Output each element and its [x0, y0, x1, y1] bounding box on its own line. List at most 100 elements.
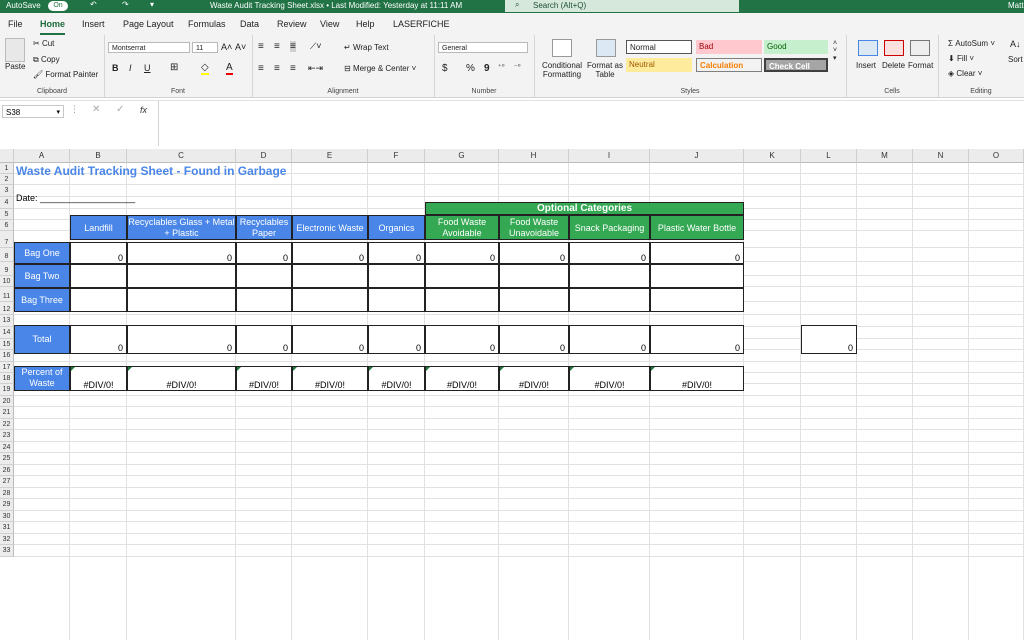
bag-one-cell[interactable]: 0 — [236, 242, 292, 264]
row-header[interactable]: 27 — [0, 476, 14, 488]
percent-cell[interactable]: #DIV/0! — [292, 366, 368, 391]
style-bad[interactable]: Bad — [696, 40, 762, 54]
column-header[interactable]: B — [70, 149, 127, 163]
bag-three-cell[interactable] — [292, 288, 368, 312]
percent-button[interactable]: % — [466, 63, 475, 74]
tab-formulas[interactable]: Formulas — [188, 19, 226, 29]
row-label-bag-two[interactable]: Bag Two — [14, 264, 70, 288]
row-label-bag-one[interactable]: Bag One — [14, 242, 70, 264]
borders-icon[interactable]: ⊞ — [170, 62, 178, 73]
total-cell[interactable]: 0 — [425, 325, 499, 354]
format-painter-button[interactable]: 🖌 Format Painter — [33, 70, 98, 79]
category-header[interactable]: Organics — [368, 215, 425, 240]
total-cell[interactable]: 0 — [292, 325, 368, 354]
percent-cell[interactable]: #DIV/0! — [236, 366, 292, 391]
increase-font-icon[interactable]: A˄ — [221, 42, 232, 52]
row-header[interactable]: 30 — [0, 511, 14, 522]
row-header[interactable]: 20 — [0, 396, 14, 407]
indent-icon[interactable]: ⇤⇥ — [308, 63, 323, 74]
percent-cell[interactable]: #DIV/0! — [127, 366, 236, 391]
bag-one-cell[interactable]: 0 — [368, 242, 425, 264]
bag-three-cell[interactable] — [569, 288, 650, 312]
row-header[interactable]: 25 — [0, 453, 14, 465]
name-box[interactable]: S38 ▾ — [2, 105, 64, 118]
row-header[interactable]: 17 — [0, 362, 14, 373]
total-cell[interactable]: 0 — [368, 325, 425, 354]
category-header[interactable]: Recyclables Paper — [236, 215, 292, 240]
row-header[interactable]: 26 — [0, 465, 14, 476]
row-header[interactable]: 8 — [0, 248, 14, 262]
column-header[interactable]: N — [913, 149, 969, 163]
column-header[interactable]: H — [499, 149, 569, 163]
paste-icon[interactable] — [5, 38, 25, 62]
percent-cell[interactable]: #DIV/0! — [368, 366, 425, 391]
bag-three-cell[interactable] — [236, 288, 292, 312]
decrease-decimal-icon[interactable]: ⁻⁰ — [514, 63, 521, 71]
bag-two-cell[interactable] — [425, 264, 499, 288]
bag-one-cell[interactable]: 0 — [292, 242, 368, 264]
bag-three-cell[interactable] — [368, 288, 425, 312]
category-header[interactable]: Recyclables Glass + Metal + Plastic — [127, 215, 236, 240]
row-header[interactable]: 2 — [0, 174, 14, 185]
row-header[interactable]: 18 — [0, 373, 14, 384]
row-label-bag-three[interactable]: Bag Three — [14, 288, 70, 312]
category-header[interactable]: Food Waste Unavoidable — [499, 215, 569, 240]
row-header[interactable]: 33 — [0, 545, 14, 557]
user-name[interactable]: Matt — [1008, 1, 1024, 10]
column-header[interactable]: K — [744, 149, 801, 163]
grand-total-cell[interactable]: 0 — [801, 325, 857, 354]
tab-page-layout[interactable]: Page Layout — [123, 19, 174, 29]
row-header[interactable]: 9 — [0, 262, 14, 276]
bag-two-cell[interactable] — [236, 264, 292, 288]
sort-filter-icon[interactable]: A↓ — [1010, 39, 1021, 49]
bag-two-cell[interactable] — [650, 264, 744, 288]
autosum-button[interactable]: Σ AutoSum ˅ — [948, 39, 995, 48]
bag-one-cell[interactable]: 0 — [70, 242, 127, 264]
insert-function-icon[interactable]: fx — [140, 105, 147, 115]
align-middle-icon[interactable]: ≡ — [274, 41, 280, 52]
increase-decimal-icon[interactable]: ⁺⁰ — [498, 63, 505, 71]
align-right-icon[interactable]: ≡ — [290, 63, 296, 74]
column-header[interactable]: L — [801, 149, 857, 163]
column-header[interactable]: F — [368, 149, 425, 163]
align-center-icon[interactable]: ≡ — [274, 63, 280, 74]
enter-icon[interactable]: ✓ — [116, 104, 124, 115]
row-header[interactable]: 21 — [0, 407, 14, 419]
row-header[interactable]: 10 — [0, 276, 14, 287]
bag-two-cell[interactable] — [70, 264, 127, 288]
bag-two-cell[interactable] — [569, 264, 650, 288]
percent-cell[interactable]: #DIV/0! — [569, 366, 650, 391]
category-header[interactable]: Food Waste Avoidable — [425, 215, 499, 240]
bag-three-cell[interactable] — [425, 288, 499, 312]
insert-button[interactable]: Insert — [856, 61, 876, 70]
bag-two-cell[interactable] — [127, 264, 236, 288]
column-header[interactable]: C — [127, 149, 236, 163]
percent-cell[interactable]: #DIV/0! — [650, 366, 744, 391]
tab-data[interactable]: Data — [240, 19, 259, 29]
bag-one-cell[interactable]: 0 — [499, 242, 569, 264]
total-cell[interactable]: 0 — [569, 325, 650, 354]
bag-three-cell[interactable] — [127, 288, 236, 312]
format-as-table-button[interactable]: Format as Table — [586, 61, 624, 79]
bag-one-cell[interactable]: 0 — [569, 242, 650, 264]
column-header[interactable]: J — [650, 149, 744, 163]
row-header[interactable]: 12 — [0, 302, 14, 315]
conditional-formatting-button[interactable]: Conditional Formatting — [540, 61, 584, 79]
column-header[interactable]: G — [425, 149, 499, 163]
bag-three-cell[interactable] — [650, 288, 744, 312]
row-header[interactable]: 11 — [0, 287, 14, 302]
search-box[interactable]: ⌕ Search (Alt+Q) — [505, 0, 739, 12]
percent-cell[interactable]: #DIV/0! — [425, 366, 499, 391]
style-calculation[interactable]: Calculation — [696, 58, 762, 72]
merge-center-button[interactable]: ⊟ Merge & Center ˅ — [344, 64, 416, 73]
style-normal[interactable]: Normal — [626, 40, 692, 54]
clear-button[interactable]: ◈ Clear ˅ — [948, 69, 982, 78]
bag-one-cell[interactable]: 0 — [650, 242, 744, 264]
row-header[interactable]: 6 — [0, 220, 14, 231]
tab-review[interactable]: Review — [277, 19, 307, 29]
column-header[interactable]: M — [857, 149, 913, 163]
row-label-percent[interactable]: Percent of Waste — [14, 366, 70, 391]
formula-input[interactable] — [158, 101, 1024, 146]
row-header[interactable]: 16 — [0, 350, 14, 362]
row-header[interactable]: 23 — [0, 430, 14, 442]
